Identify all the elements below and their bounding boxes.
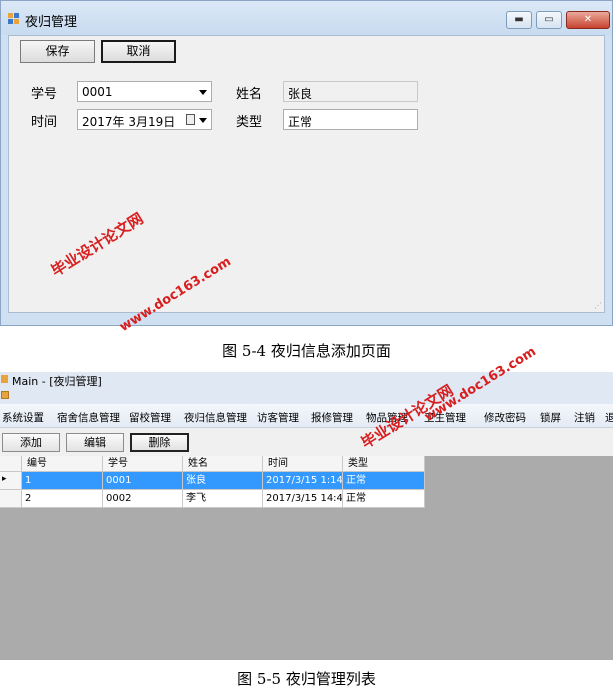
app-icon: [1, 375, 8, 383]
menu-lock-screen[interactable]: 锁屏: [540, 410, 561, 425]
figure-caption: 图 5-5 夜归管理列表: [237, 670, 376, 688]
cancel-button[interactable]: 取消: [101, 40, 176, 63]
cell[interactable]: 0001: [103, 472, 183, 490]
time-datepicker[interactable]: 2017年 3月19日: [77, 109, 212, 130]
close-button[interactable]: ✕: [566, 11, 610, 29]
column-header[interactable]: 编号: [22, 456, 103, 472]
column-header[interactable]: 时间: [263, 456, 343, 472]
time-label: 时间: [31, 115, 58, 130]
chevron-down-icon: [199, 118, 207, 123]
main-window: Main - [夜归管理] 系统设置 宿舍信息管理 留校管理 夜归信息管理 访客…: [0, 372, 613, 660]
name-field: 张良: [283, 81, 418, 102]
cell[interactable]: 1: [22, 472, 103, 490]
menu-dorm-info[interactable]: 宿舍信息管理: [57, 410, 120, 425]
calendar-icon: [186, 114, 195, 125]
type-field[interactable]: 正常: [283, 109, 418, 130]
menu-repair[interactable]: 报修管理: [311, 410, 353, 425]
time-value: 2017年 3月19日: [82, 115, 176, 129]
window-title: Main - [夜归管理]: [12, 375, 102, 388]
table-row[interactable]: ▸ 1 0001 张良 2017/3/15 1:14 正常: [0, 472, 425, 490]
minimize-button[interactable]: ▬: [506, 11, 532, 29]
data-grid: 编号 学号 姓名 时间 类型 ▸ 1 0001 张良 2017/3/15 1:1…: [0, 456, 425, 508]
window-title: 夜归管理: [25, 15, 78, 30]
chevron-down-icon: [199, 90, 207, 95]
menu-stay-school[interactable]: 留校管理: [129, 410, 171, 425]
cell[interactable]: 2017/3/15 1:14: [263, 472, 343, 490]
cell[interactable]: 张良: [183, 472, 263, 490]
child-window-icon[interactable]: [1, 391, 9, 399]
delete-button[interactable]: 删除: [130, 433, 189, 452]
maximize-button[interactable]: ▭: [536, 11, 562, 29]
current-row-arrow-icon: ▸: [2, 474, 7, 484]
type-value: 正常: [288, 115, 313, 129]
name-value: 张良: [288, 87, 313, 101]
add-form-window: 夜归管理 ▬ ▭ ✕ 保存 取消 学号 0001 姓名 张良 时间 2017年 …: [0, 0, 613, 326]
edit-button[interactable]: 编辑: [66, 433, 124, 452]
table-row[interactable]: 2 0002 李飞 2017/3/15 14:48 正常: [0, 490, 425, 508]
add-button[interactable]: 添加: [2, 433, 60, 452]
name-label: 姓名: [236, 87, 263, 102]
student-id-value: 0001: [82, 85, 113, 99]
menu-night-return[interactable]: 夜归信息管理: [184, 410, 247, 425]
column-header[interactable]: 类型: [343, 456, 425, 472]
column-header[interactable]: 学号: [103, 456, 183, 472]
title-bar: Main - [夜归管理]: [0, 372, 613, 388]
menu-bar: 系统设置 宿舍信息管理 留校管理 夜归信息管理 访客管理 报修管理 物品管理 卫…: [0, 404, 613, 428]
app-icon: [8, 13, 20, 25]
cell[interactable]: 正常: [343, 490, 425, 508]
save-button[interactable]: 保存: [20, 40, 95, 63]
menu-system-settings[interactable]: 系统设置: [2, 410, 44, 425]
cell[interactable]: 2: [22, 490, 103, 508]
column-header[interactable]: 姓名: [183, 456, 263, 472]
cell[interactable]: 正常: [343, 472, 425, 490]
student-id-label: 学号: [31, 87, 58, 102]
mdi-icon-strip: [0, 388, 613, 404]
cell[interactable]: 0002: [103, 490, 183, 508]
form-body: 保存 取消 学号 0001 姓名 张良 时间 2017年 3月19日 类型 正常…: [8, 35, 605, 313]
row-header-corner: [0, 456, 22, 472]
row-header[interactable]: ▸: [0, 472, 22, 490]
resize-grip-icon[interactable]: ⋰: [594, 301, 602, 310]
menu-visitor[interactable]: 访客管理: [257, 410, 299, 425]
title-bar: 夜归管理 ▬ ▭ ✕: [1, 1, 612, 35]
menu-exit[interactable]: 退: [605, 410, 613, 425]
cell[interactable]: 李飞: [183, 490, 263, 508]
student-id-select[interactable]: 0001: [77, 81, 212, 102]
toolbar: 添加 编辑 删除: [0, 428, 613, 456]
cell[interactable]: 2017/3/15 14:48: [263, 490, 343, 508]
row-header[interactable]: [0, 490, 22, 508]
menu-change-password[interactable]: 修改密码: [484, 410, 526, 425]
type-label: 类型: [236, 115, 263, 130]
menu-logout[interactable]: 注销: [574, 410, 595, 425]
